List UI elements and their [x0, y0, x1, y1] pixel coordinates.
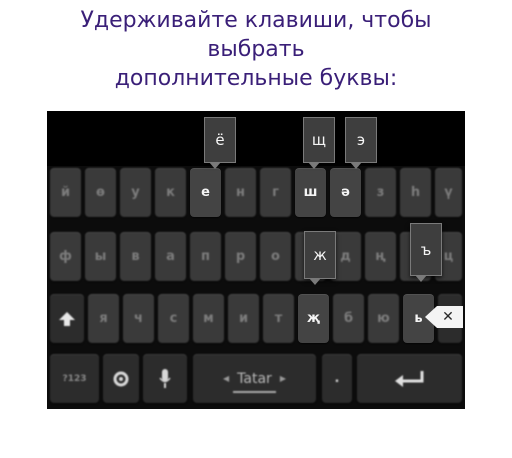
heading-line-1: Удерживайте клавиши, чтобы [80, 8, 432, 33]
key-row2-5[interactable]: п [190, 232, 221, 281]
space-language-label: Tatar [237, 370, 272, 387]
enter-icon [394, 370, 423, 387]
space-bar-line [233, 391, 276, 393]
on-screen-keyboard: й ө у к е н г ш ә з һ ү ф ы в а п р о л … [47, 111, 465, 409]
key-row2-6[interactable]: р [225, 232, 256, 281]
instruction-heading: Удерживайте клавиши, чтобы выбрать допол… [0, 6, 512, 93]
key-row2-10[interactable]: ң [365, 232, 396, 281]
heading-line-2: выбрать [207, 37, 305, 62]
key-row3-6[interactable]: т [263, 294, 294, 343]
key-row1-3[interactable]: у [120, 168, 151, 217]
shift-key[interactable] [50, 294, 84, 343]
key-row1-8[interactable]: ш [295, 168, 326, 217]
key-row1-11[interactable]: һ [400, 168, 431, 217]
voice-input-key[interactable] [143, 354, 187, 403]
heading-line-3: дополнительные буквы: [114, 66, 398, 91]
shift-icon [59, 311, 75, 326]
key-row2-7[interactable]: о [260, 232, 291, 281]
period-key[interactable]: . [322, 354, 352, 403]
key-row1-5[interactable]: е [190, 168, 221, 217]
language-next-icon: ▶ [279, 374, 286, 383]
key-row3-4[interactable]: м [193, 294, 224, 343]
symbols-key[interactable]: ?123 [50, 354, 99, 403]
key-row3-1[interactable]: я [88, 294, 119, 343]
key-row2-4[interactable]: а [155, 232, 186, 281]
key-row3-9[interactable]: ю [368, 294, 399, 343]
popup-zhe[interactable]: ж [304, 231, 336, 285]
popup-yo[interactable]: ё [204, 117, 236, 169]
key-row1-12[interactable]: ү [435, 168, 462, 217]
key-row2-1[interactable]: ф [50, 232, 81, 281]
language-prev-icon: ◀ [223, 374, 230, 383]
space-key[interactable]: ◀ Tatar ▶ [193, 354, 316, 403]
key-row3-2[interactable]: ч [123, 294, 154, 343]
key-row3-7[interactable]: җ [298, 294, 329, 343]
popup-shcha[interactable]: щ [303, 117, 335, 169]
key-row1-7[interactable]: г [260, 168, 291, 217]
popup-e[interactable]: э [345, 117, 377, 169]
popup-hard-sign[interactable]: ъ [410, 223, 442, 282]
key-row1-9[interactable]: ә [330, 168, 361, 217]
key-row3-8[interactable]: б [333, 294, 364, 343]
suggestion-strip [47, 111, 465, 166]
settings-key[interactable] [103, 354, 139, 403]
gear-icon [113, 371, 129, 386]
key-row1-1[interactable]: й [50, 168, 81, 217]
key-row1-4[interactable]: к [155, 168, 186, 217]
key-row2-3[interactable]: в [120, 232, 151, 281]
key-row3-5[interactable]: и [228, 294, 259, 343]
enter-key[interactable] [357, 354, 462, 403]
key-row1-6[interactable]: н [225, 168, 256, 217]
key-row1-10[interactable]: з [365, 168, 396, 217]
key-row2-2[interactable]: ы [85, 232, 116, 281]
key-row1-2[interactable]: ө [85, 168, 116, 217]
microphone-icon [159, 368, 171, 388]
key-row3-3[interactable]: с [158, 294, 189, 343]
